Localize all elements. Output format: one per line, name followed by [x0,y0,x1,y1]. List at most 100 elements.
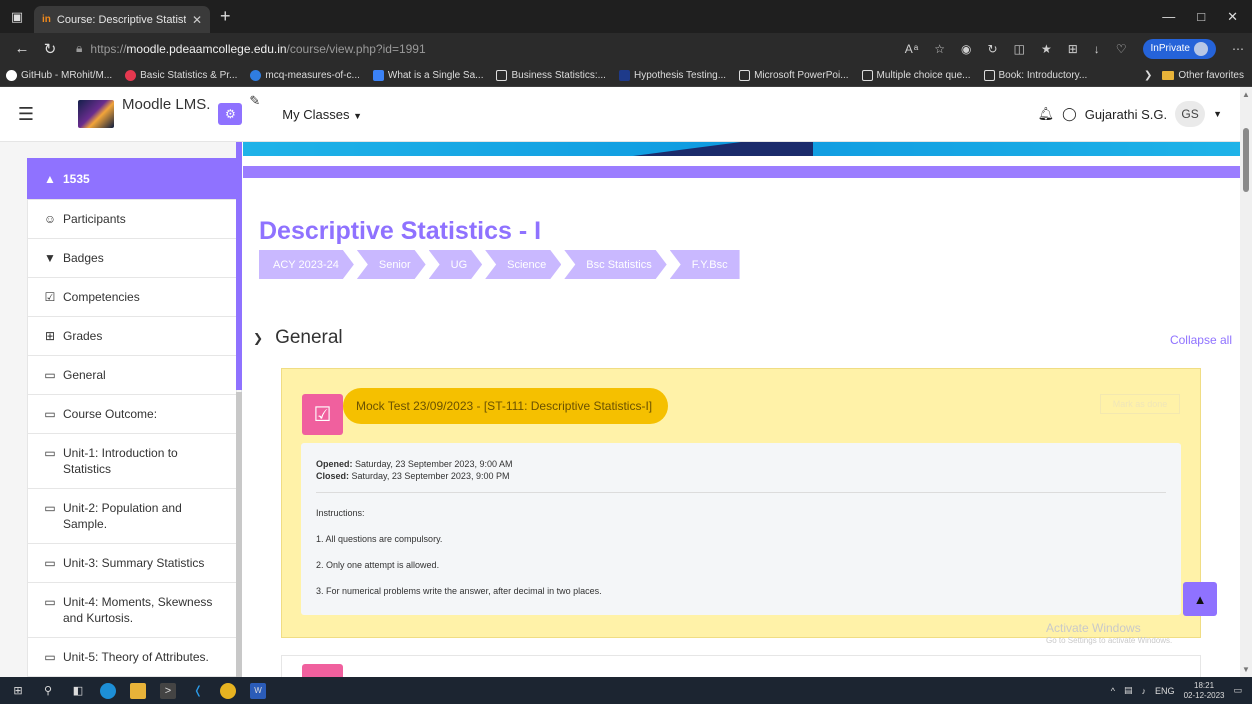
course-home-link[interactable]: ▲ 1535 [27,158,237,200]
favorites-overflow: ❯ Other favorites [1144,70,1252,81]
file-explorer-icon[interactable] [130,682,146,699]
sidebar-item-badges[interactable]: ▼ Badges [27,238,237,278]
favorite-star-icon[interactable]: ☆ [934,42,945,56]
github-icon [6,69,17,81]
course-index-drawer: ▲ 1535 ☺ Participants ▼ Badges ☑ Competenci… [0,142,242,677]
folder-icon: ▭ [44,501,56,515]
favorite-item[interactable]: Microsoft PowerPoi... [739,69,849,81]
favorite-item[interactable]: What is a Single Sa... [372,69,483,81]
close-window-icon[interactable]: ✕ [1227,9,1238,25]
chrome-icon[interactable] [220,682,236,699]
clock[interactable]: 18:21 02-12-2023 [1184,681,1225,701]
my-classes-menu[interactable]: My Classes ▼ [282,107,362,122]
inprivate-badge[interactable]: InPrivate [1142,38,1216,59]
favorite-item[interactable]: Book: Introductory... [983,69,1087,81]
scroll-up-icon[interactable]: ▲ [1242,90,1250,99]
terminal-icon[interactable]: > [160,682,176,699]
url-field[interactable]: 🔒︎ https://moodle.pdeaamcollege.edu.in/c… [70,37,770,61]
vscode-icon[interactable]: ❬ [190,683,206,699]
downloads-icon[interactable]: ↓ [1094,42,1100,56]
sidebar-item-unit-4[interactable]: ▭ Unit-4: Moments, Skewness and Kurtosis. [27,582,237,638]
network-icon[interactable]: ▤ [1124,685,1133,696]
site-logo[interactable] [78,100,114,128]
collapse-all-link[interactable]: Collapse all [1170,333,1232,347]
breadcrumb-item[interactable]: UG [429,250,483,279]
maximize-icon[interactable]: □ [1197,9,1205,25]
breadcrumb: ACY 2023-24 Senior UG Science Bsc Statis… [259,250,743,279]
settings-gear-icon[interactable]: ⚙ [218,103,243,125]
breadcrumb-item[interactable]: Bsc Statistics [564,250,666,279]
breadcrumb-item[interactable]: ACY 2023-24 [259,250,354,279]
refresh-icon[interactable]: ↻ [36,40,64,58]
new-tab-icon[interactable]: + [220,6,231,27]
back-icon[interactable]: ← [8,40,36,57]
split-screen-icon[interactable]: ◫ [1014,42,1025,56]
browser-toolbar: A ᵃ ☆ ◉ ↻ ◫ ★ ⊞ ↓ ♡ InPrivate ⋯ [905,38,1244,59]
sidebar-item-unit-2[interactable]: ▭ Unit-2: Population and Sample. [27,488,237,544]
page-scrollbar[interactable]: ▲ ▼ [1240,87,1252,677]
performance-icon[interactable]: ♡ [1116,42,1127,56]
sidebar-item-participants[interactable]: ☺ Participants [27,199,237,239]
favorite-item[interactable]: Multiple choice que... [861,69,971,81]
site-name[interactable]: Moodle LMS. [122,96,210,113]
activity-name-link[interactable]: Mock Test 23/09/2023 - [ST-111: Descript… [343,388,669,424]
minimize-icon[interactable]: — [1162,9,1175,25]
activity-dates: Opened: Saturday, 23 September 2023, 9:0… [316,458,1166,493]
notifications-icon[interactable]: ▭ [1233,685,1242,696]
scrollbar-thumb[interactable] [1243,128,1249,192]
language-indicator[interactable]: ENG [1155,686,1175,696]
favorites-icon[interactable]: ★ [1041,42,1052,56]
window-controls: — □ ✕ [1162,9,1252,25]
users-icon: ☺ [43,212,57,226]
drawer-toggle-icon[interactable]: ☰ [8,104,44,125]
sidebar-item-course-outcome[interactable]: ▭ Course Outcome: [27,394,237,434]
search-icon[interactable]: ⚲ [40,683,56,699]
read-aloud-icon[interactable]: A ᵃ [905,42,918,56]
sidebar-item-competencies[interactable]: ☑ Competencies [27,277,237,317]
word-icon[interactable]: W [250,682,266,699]
favorite-item[interactable]: Hypothesis Testing... [618,69,726,81]
favorite-item[interactable]: Basic Statistics & Pr... [125,69,237,81]
windows-start-icon[interactable]: ⊞ [10,683,26,699]
messages-icon[interactable]: ◯ [1062,106,1077,122]
sidebar-item-grades[interactable]: ⊞ Grades [27,316,237,356]
extension-icon[interactable]: ◉ [961,42,971,56]
chevron-up-icon[interactable]: ^ [1111,686,1115,696]
folder-icon: ▭ [44,446,56,460]
other-favorites[interactable]: Other favorites [1162,70,1244,81]
scroll-down-icon[interactable]: ▼ [1242,665,1250,674]
avatar[interactable]: GS [1175,101,1206,127]
favorite-item[interactable]: Business Statistics:... [496,69,606,81]
sidebar-item-unit-3[interactable]: ▭ Unit-3: Summary Statistics [27,543,237,583]
tab-actions-icon[interactable]: ▣ [0,0,34,33]
chevron-down-icon[interactable]: ❯ [253,331,263,345]
sidebar-item-general[interactable]: ▭ General [27,355,237,395]
browser-tab[interactable]: in Course: Descriptive Statistics - I ✕ [34,6,210,33]
url-path: /course/view.php?id=1991 [286,41,426,56]
breadcrumb-item[interactable]: F.Y.Bsc [669,250,740,279]
breadcrumb-item[interactable]: Senior [357,250,426,279]
sidebar-item-unit-1[interactable]: ▭ Unit-1: Introduction to Statistics [27,433,237,489]
drawer-scrollbar[interactable] [236,392,242,677]
refresh-extension-icon[interactable]: ↻ [988,42,998,56]
mark-as-done-button[interactable]: Mark as done [1100,394,1180,414]
favorite-item[interactable]: mcq-measures-of-c... [250,69,360,81]
edit-mode-icon[interactable]: ✎ [249,93,260,109]
back-to-top-button[interactable]: ▲ [1183,582,1217,616]
sidebar-item-unit-5[interactable]: ▭ Unit-5: Theory of Attributes. [27,637,237,677]
volume-icon[interactable]: ♪ [1142,686,1147,696]
header-accent-bar [243,166,1240,178]
collections-icon[interactable]: ⊞ [1068,42,1078,56]
windows-activation-watermark: Activate Windows Go to Settings to activ… [1046,621,1173,645]
close-tab-icon[interactable]: ✕ [192,13,202,27]
breadcrumb-item[interactable]: Science [485,250,561,279]
more-menu-icon[interactable]: ⋯ [1232,42,1244,56]
user-menu-chevron-icon[interactable]: ▼ [1213,109,1222,119]
section-header-general[interactable]: ❯ General [253,327,343,349]
chevron-right-icon[interactable]: ❯ [1144,70,1152,81]
favorite-item[interactable]: GitHub - MRohit/M... [6,69,112,81]
user-name[interactable]: Gujarathi S.G. [1085,107,1167,122]
notification-bell-icon[interactable]: 🔔︎ [1038,106,1055,122]
edge-icon[interactable] [100,682,116,699]
task-view-icon[interactable]: ◧ [70,683,86,699]
